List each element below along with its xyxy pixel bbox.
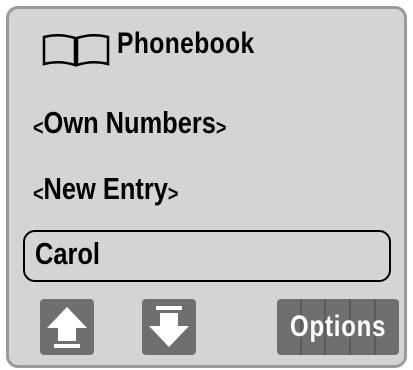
- menu-item-new-entry[interactable]: <New Entry>: [33, 171, 178, 207]
- book-icon: [42, 34, 110, 67]
- arrow-up-icon: [47, 307, 87, 348]
- bracket-close: >: [167, 181, 179, 206]
- contact-carol-selected[interactable]: Carol: [23, 230, 391, 282]
- title-bar: Phonebook: [9, 9, 404, 89]
- menu-item-own-numbers[interactable]: <Own Numbers>: [33, 105, 226, 141]
- menu-item-label: Own Numbers: [43, 105, 216, 140]
- arrow-down-icon: [149, 306, 189, 347]
- bracket-open: <: [33, 115, 44, 140]
- phone-screen: Phonebook <Own Numbers> <New Entry> Caro…: [6, 6, 407, 368]
- bracket-open: <: [33, 181, 44, 206]
- page-title: Phonebook: [117, 27, 255, 60]
- options-label: Options: [289, 310, 387, 343]
- menu-item-label: New Entry: [43, 171, 168, 206]
- scroll-down-button[interactable]: [142, 299, 196, 355]
- options-button[interactable]: Options: [277, 299, 399, 355]
- contact-name: Carol: [35, 236, 100, 271]
- bracket-close: >: [215, 115, 227, 140]
- scroll-up-button[interactable]: [40, 299, 94, 355]
